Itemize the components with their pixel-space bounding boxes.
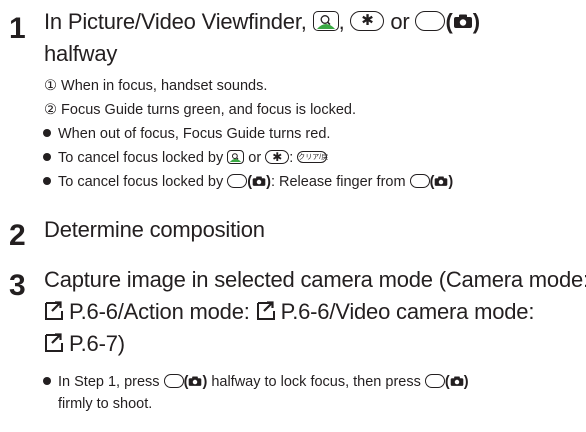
step-number: 2 xyxy=(9,219,26,252)
sub-item-1: ① When in focus, handset sounds. xyxy=(44,78,268,94)
asterisk-key-icon: ✱ xyxy=(350,11,385,32)
asterisk-key-icon: ✱ xyxy=(265,150,290,165)
step-2-text: Determine composition xyxy=(44,217,265,242)
step-3-line-2: P.6-6/Action mode: P.6-6/Video camera mo… xyxy=(44,296,534,327)
step-1-line-1: In Picture/Video Viewfinder, , ✱ or () xyxy=(44,9,481,34)
magnifier-key-icon xyxy=(227,150,245,165)
step-1-line-2: halfway xyxy=(44,41,118,66)
bullet-item: To cancel focus locked by or ✱: クリア/戻 xyxy=(43,149,328,167)
step-number: 1 xyxy=(9,12,26,45)
camera-icon xyxy=(435,176,448,187)
bullet-continuation: firmly to shoot. xyxy=(58,396,153,412)
camera-icon xyxy=(189,376,202,387)
side-key-icon xyxy=(163,374,184,389)
step-number: 3 xyxy=(9,269,26,302)
bullet-dot xyxy=(43,377,51,386)
side-key-icon xyxy=(415,11,446,32)
magnifier-key-icon xyxy=(312,11,339,32)
camera-icon xyxy=(252,176,266,187)
sub-item-2: ② Focus Guide turns green, and focus is … xyxy=(44,102,357,118)
bullet-item: To cancel focus locked by (): Release fi… xyxy=(43,173,453,191)
bullet-item: When out of focus, Focus Guide turns red… xyxy=(43,125,330,143)
page-reference-icon xyxy=(256,301,275,321)
bullet-dot xyxy=(43,153,51,162)
bullet-item: In Step 1, press () halfway to lock focu… xyxy=(43,373,469,391)
bullet-dot xyxy=(43,129,51,138)
step-3-line-1: Capture image in selected camera mode (C… xyxy=(44,267,586,292)
page-reference-icon xyxy=(45,301,63,321)
side-key-icon xyxy=(409,174,430,189)
side-key-icon xyxy=(227,174,248,189)
clear-key-icon: クリア/戻 xyxy=(297,151,328,164)
step-3-line-3: P.6-7) xyxy=(44,328,125,359)
page-reference-icon xyxy=(45,333,63,353)
bullet-dot xyxy=(43,177,51,186)
camera-icon xyxy=(450,376,464,387)
camera-icon xyxy=(453,14,472,29)
side-key-icon xyxy=(424,374,445,389)
